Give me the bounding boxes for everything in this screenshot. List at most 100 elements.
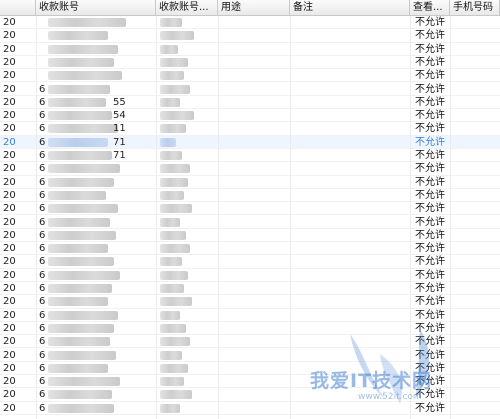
- view-permission-cell: 不允许: [415, 389, 445, 401]
- header-col-account[interactable]: 收款账号: [36, 0, 156, 16]
- row-index-cell: 20: [3, 43, 16, 55]
- redacted-account-number: [48, 244, 108, 254]
- table-row[interactable]: 20 6 不允许: [0, 176, 500, 189]
- redacted-account-name: [160, 97, 180, 107]
- account-digits: [110, 83, 150, 96]
- redacted-account-name: [160, 57, 188, 67]
- redacted-account-number: [48, 124, 118, 134]
- row-index-cell: 20: [3, 349, 16, 361]
- header-col-remark[interactable]: 备注: [290, 0, 410, 16]
- row-index-cell: 20: [3, 17, 16, 28]
- redacted-account-name: [160, 284, 184, 293]
- view-permission-cell: 不允许: [415, 296, 445, 308]
- header-col-view[interactable]: 查看...: [410, 0, 450, 16]
- table-row[interactable]: 20 6 不允许: [0, 83, 500, 96]
- redacted-account-number: [48, 137, 108, 147]
- account-digits: [110, 349, 150, 362]
- view-permission-cell: 不允许: [415, 376, 445, 388]
- account-digits: [110, 56, 150, 69]
- view-permission-cell: 不允许: [415, 336, 445, 348]
- redacted-account-number: [48, 97, 106, 107]
- redacted-account-name: [160, 71, 184, 81]
- redacted-account-name: [160, 297, 192, 307]
- account-digits: 71: [113, 150, 126, 161]
- table-row[interactable]: 20 6 不允许: [0, 388, 500, 402]
- view-permission-cell: 不允许: [415, 283, 445, 294]
- account-digits: [110, 388, 150, 401]
- view-permission-cell: 不允许: [415, 30, 445, 42]
- redacted-account-number: [48, 84, 110, 94]
- view-permission-cell: 不允许: [415, 216, 445, 228]
- table-row[interactable]: 20 6 55 不允许: [0, 96, 500, 110]
- header-col-purpose[interactable]: 用途: [218, 0, 290, 16]
- redacted-account-name: [160, 111, 194, 121]
- table-row[interactable]: 20 6 不允许: [0, 202, 500, 216]
- redacted-account-name: [160, 190, 184, 200]
- redacted-account-name: [160, 270, 188, 280]
- view-permission-cell: 不允许: [415, 56, 445, 68]
- table-row[interactable]: 20 6 不允许: [0, 229, 500, 243]
- redacted-account-number: [48, 337, 110, 347]
- row-index-cell: 20: [3, 110, 16, 122]
- row-index-cell: 20: [3, 389, 16, 401]
- table-row[interactable]: 20 6 54 不允许: [0, 109, 500, 123]
- redacted-account-number: [48, 57, 114, 67]
- redacted-account-name: [160, 124, 186, 134]
- row-index-cell: 20: [3, 96, 16, 108]
- redacted-account-number: [48, 151, 112, 160]
- view-permission-cell: 不允许: [415, 163, 445, 175]
- header-col-phone[interactable]: 手机号码: [450, 0, 500, 16]
- view-permission-cell: 不允许: [415, 269, 445, 281]
- table-row[interactable]: 20 6 不允许: [0, 189, 500, 203]
- table-row[interactable]: 20 不允许: [0, 29, 500, 43]
- account-digits: [110, 176, 150, 189]
- table-row[interactable]: 20 6 不允许: [0, 216, 500, 229]
- view-permission-cell: 不允许: [415, 123, 445, 135]
- view-permission-cell: 不允许: [415, 322, 445, 334]
- table-row[interactable]: 20 6 不允许: [0, 282, 500, 296]
- table-row[interactable]: 20 6 不允许: [0, 322, 500, 336]
- header-col-account-name[interactable]: 收款账号...: [156, 0, 218, 16]
- table-row[interactable]: 20 6 不允许: [0, 349, 500, 362]
- table-row[interactable]: 20 6 不允许: [0, 362, 500, 376]
- account-digits: 55: [113, 96, 126, 108]
- table-row[interactable]: 20 6 不允许: [0, 402, 500, 415]
- row-index-cell: 20: [3, 70, 16, 82]
- table-row[interactable]: 20 6 不允许: [0, 375, 500, 389]
- table-row[interactable]: 20 6 不允许: [0, 255, 500, 269]
- redacted-account-name: [160, 217, 180, 227]
- table-row[interactable]: 20 6 不允许: [0, 242, 500, 256]
- view-permission-cell: 不允许: [415, 362, 445, 374]
- redacted-account-number: [48, 363, 108, 373]
- row-index-cell: 20: [3, 176, 16, 188]
- column-divider: [290, 16, 291, 419]
- account-digits: [110, 295, 150, 308]
- table-row[interactable]: 20 不允许: [0, 69, 500, 83]
- redacted-account-number: [48, 111, 112, 121]
- row-index-cell: 20: [3, 216, 16, 228]
- table-body: 20 不允许 20 不允许 20 不允许 20 不允许 20 不允许 20 6 不允许 20 6 55 不允许 2…: [0, 16, 500, 419]
- table-row[interactable]: 20 不允许: [0, 16, 500, 30]
- redacted-account-number: [48, 403, 114, 413]
- column-divider: [156, 16, 157, 419]
- view-permission-cell: 不允许: [415, 43, 445, 55]
- redacted-account-name: [160, 363, 188, 373]
- table-row[interactable]: 20 不允许: [0, 43, 500, 56]
- header-col-index[interactable]: [0, 0, 36, 16]
- row-index-cell: 20: [3, 296, 16, 308]
- table-row[interactable]: 20 6 71 不允许: [0, 149, 500, 163]
- redacted-account-number: [48, 217, 110, 227]
- table-row[interactable]: 20 6 不允许: [0, 162, 500, 176]
- table-row[interactable]: 20 6 不允许: [0, 269, 500, 282]
- redacted-account-name: [160, 257, 182, 267]
- table-row[interactable]: 20 6 不允许: [0, 295, 500, 309]
- table-row[interactable]: 20 不允许: [0, 56, 500, 70]
- account-digits: [110, 16, 150, 29]
- table-row[interactable]: 20 6 不允许: [0, 309, 500, 322]
- table-row[interactable]: 20 6 11 不允许: [0, 122, 500, 136]
- table-row[interactable]: 20 6 不允许: [0, 335, 500, 349]
- account-digits: [110, 309, 150, 322]
- table-row[interactable]: 20 6 71 不允许: [0, 135, 500, 149]
- row-index-cell: 20: [3, 56, 16, 68]
- redacted-account-number: [48, 44, 118, 54]
